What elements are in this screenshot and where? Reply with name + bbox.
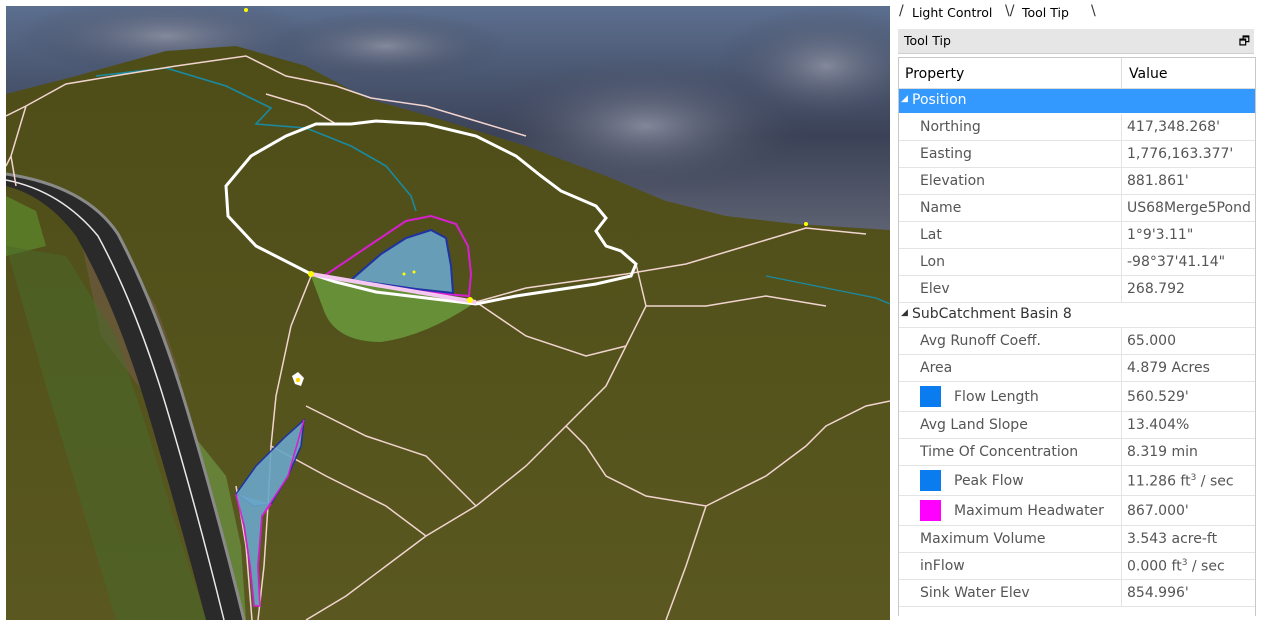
table-row[interactable]: Lon -98°37'41.14" [899,249,1255,276]
table-row[interactable]: Peak Flow 11.286 ft3 / sec [899,466,1255,496]
table-row[interactable]: Name US68Merge5Pond [899,195,1255,222]
column-header: Property Value [899,58,1255,89]
3d-terrain-viewport[interactable] [6,6,890,620]
value-column-header[interactable]: Value [1129,66,1167,82]
panel-header: Tool Tip 🗗 [898,29,1254,54]
collapse-triangle-icon[interactable]: ◢ [901,308,908,318]
flow-length-swatch [920,386,941,407]
table-row[interactable]: Avg Runoff Coeff. 65.000 [899,328,1255,355]
table-row[interactable]: Sink Water Elev 854.996' [899,580,1255,607]
table-row[interactable]: inFlow 0.000 ft3 / sec [899,553,1255,580]
peak-flow-swatch [920,470,941,491]
tab-light-control[interactable]: Light Control [912,5,992,20]
panel-title: Tool Tip [904,33,951,48]
table-row[interactable]: Elev 268.792 [899,276,1255,303]
group-subcatchment-basin[interactable]: ◢ SubCatchment Basin 8 [899,303,1255,328]
table-row[interactable]: Northing 417,348.268' [899,114,1255,141]
table-row[interactable]: Area 4.879 Acres [899,355,1255,382]
table-row[interactable]: Easting 1,776,163.377' [899,141,1255,168]
tab-tool-tip[interactable]: Tool Tip [1022,5,1069,20]
table-row[interactable]: Maximum Volume 3.543 acre-ft [899,526,1255,553]
tab-strip: / Light Control \/ Tool Tip \ [895,0,1261,26]
restore-window-icon[interactable]: 🗗 [1239,32,1250,53]
group-position[interactable]: ◢ Position [899,89,1255,113]
maximum-headwater-swatch [920,500,941,521]
table-row[interactable]: Avg Land Slope 13.404% [899,412,1255,439]
table-row[interactable]: Time Of Concentration 8.319 min [899,439,1255,466]
tool-tip-panel: / Light Control \/ Tool Tip \ Tool Tip 🗗… [895,0,1261,620]
table-row[interactable]: Lat 1°9'3.11" [899,222,1255,249]
property-grid: Property Value ◢ Position Northing 417,3… [898,57,1256,616]
collapse-triangle-icon[interactable]: ◢ [901,94,908,104]
table-row[interactable]: Flow Length 560.529' [899,382,1255,412]
property-column-header[interactable]: Property [905,66,964,82]
table-row[interactable]: Maximum Headwater 867.000' [899,496,1255,526]
table-row[interactable]: Elevation 881.861' [899,168,1255,195]
